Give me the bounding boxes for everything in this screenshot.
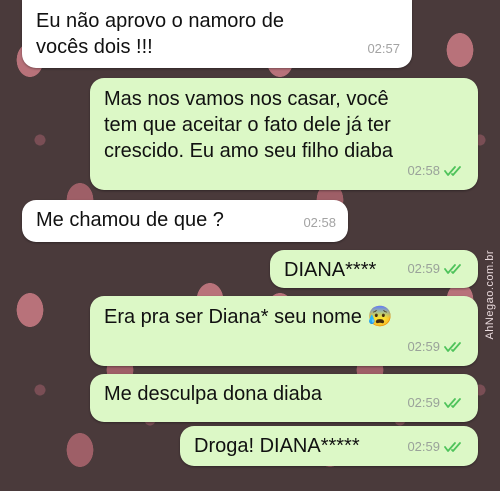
message-text: Mas nos vamos nos casar, você tem que ac… <box>104 88 394 162</box>
message-time: 02:58 <box>303 215 336 230</box>
message-bubble-outgoing[interactable]: Droga! DIANA***** 02:59 <box>180 426 478 466</box>
message-time: 02:58 <box>407 163 440 178</box>
message-time: 02:59 <box>407 395 440 410</box>
message-bubble-outgoing[interactable]: Mas nos vamos nos casar, você tem que ac… <box>90 78 478 190</box>
message-bubble-incoming[interactable]: Eu não aprovo o namoro de vocês dois !!!… <box>22 0 412 68</box>
message-text: Me chamou de que ? <box>36 209 224 231</box>
double-check-icon <box>444 442 461 452</box>
message-bubble-outgoing[interactable]: DIANA**** 02:59 <box>270 250 478 288</box>
message-meta: 02:59 <box>407 334 466 360</box>
double-check-icon <box>444 264 461 274</box>
double-check-icon <box>444 342 461 352</box>
chat-area: Eu não aprovo o namoro de vocês dois !!!… <box>0 0 500 491</box>
watermark: AhNegao.com.br <box>484 250 496 340</box>
double-check-icon <box>444 166 461 176</box>
message-bubble-incoming[interactable]: Me chamou de que ? 02:58 <box>22 200 348 242</box>
message-text: Era pra ser Diana* seu nome 😰 <box>104 306 393 328</box>
message-bubble-outgoing[interactable]: Me desculpa dona diaba 02:59 <box>90 374 478 422</box>
message-meta: 02:59 <box>407 434 466 460</box>
message-time: 02:59 <box>407 439 440 454</box>
message-bubble-outgoing[interactable]: Era pra ser Diana* seu nome 😰 02:59 <box>90 296 478 366</box>
message-time: 02:59 <box>407 339 440 354</box>
message-meta: 02:59 <box>407 390 466 416</box>
message-meta: 02:57 <box>367 36 400 62</box>
message-meta: 02:58 <box>303 210 336 236</box>
message-time: 02:59 <box>407 261 440 276</box>
message-meta: 02:58 <box>407 158 466 184</box>
double-check-icon <box>444 398 461 408</box>
message-meta: 02:59 <box>407 256 466 282</box>
message-text: Eu não aprovo o namoro de vocês dois !!! <box>36 10 284 58</box>
message-time: 02:57 <box>367 41 400 56</box>
